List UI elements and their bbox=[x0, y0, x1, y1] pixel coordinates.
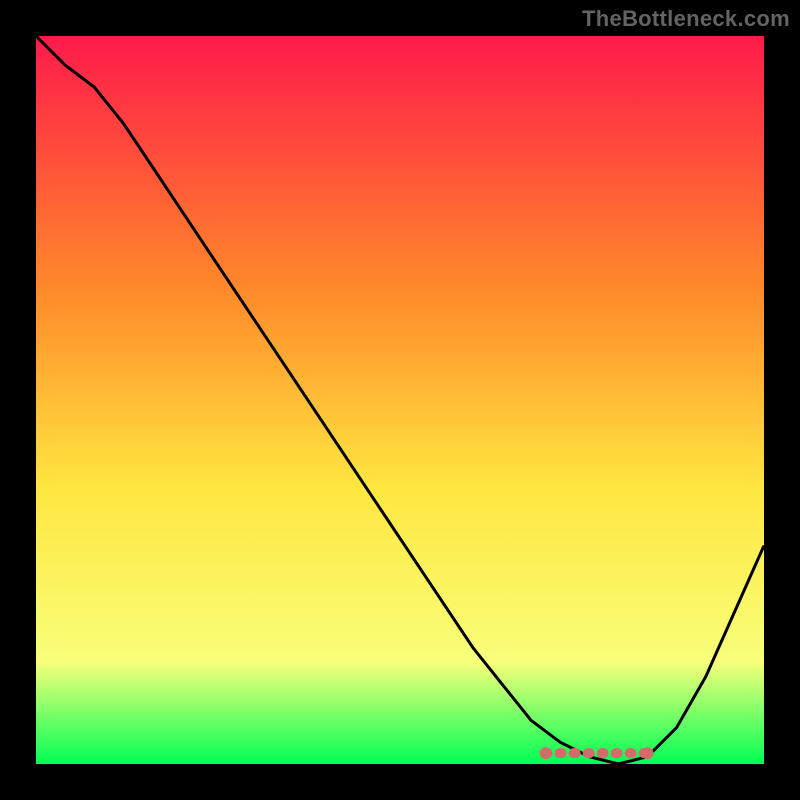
plot-area bbox=[36, 36, 764, 764]
chart-container: TheBottleneck.com bbox=[0, 0, 800, 800]
bottleneck-curve bbox=[36, 36, 764, 764]
watermark-text: TheBottleneck.com bbox=[582, 6, 790, 32]
